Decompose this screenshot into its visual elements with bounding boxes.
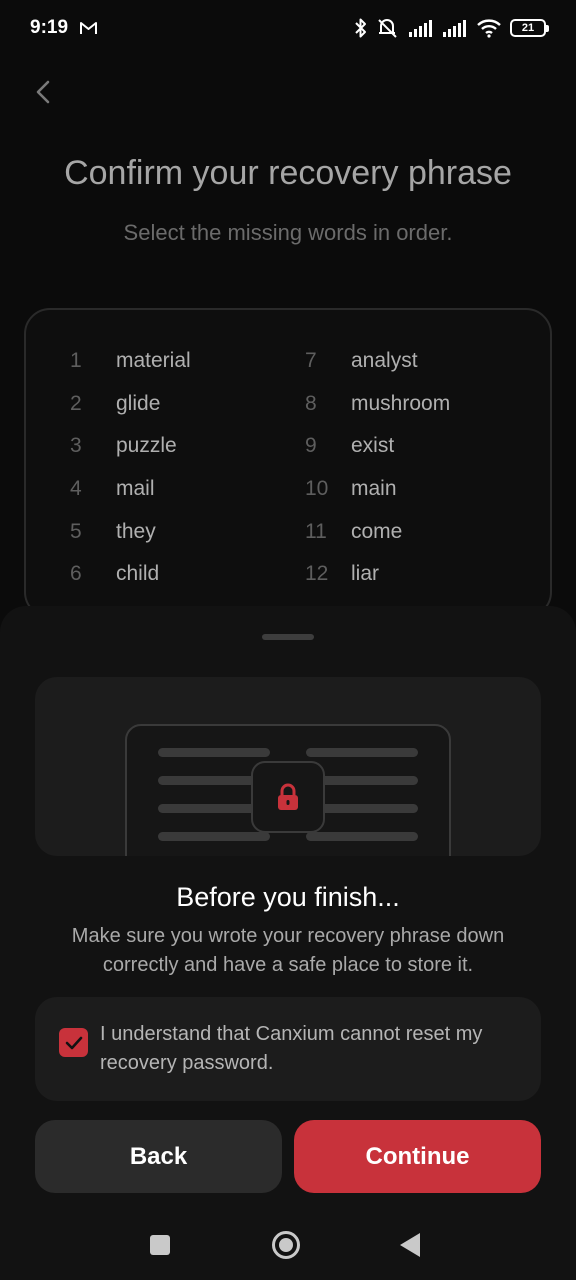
word-number: 7 [305, 349, 317, 372]
word-text: puzzle [116, 434, 177, 457]
phrase-word: 12 liar [305, 559, 379, 589]
word-number: 4 [70, 477, 82, 500]
check-icon [65, 1036, 82, 1049]
word-text: glide [116, 392, 161, 415]
phrase-card: 1 material 2 glide 3 puzzle 4 mail 5 the… [24, 308, 552, 618]
recents-nav-button[interactable] [150, 1235, 170, 1255]
page-subtitle: Select the missing words in order. [123, 220, 453, 245]
word-text: child [116, 562, 160, 585]
doc-line [158, 832, 270, 841]
sheet-drag-handle[interactable] [262, 634, 314, 640]
mute-icon [378, 19, 397, 38]
word-number: 8 [305, 392, 317, 415]
phrase-word: 2 glide [70, 389, 160, 419]
word-text: liar [351, 562, 380, 585]
word-number: 11 [305, 520, 327, 543]
wifi-icon [477, 19, 501, 38]
phrase-word: 3 puzzle [70, 431, 177, 461]
confirm-label: I understand that Canxium cannot reset m… [100, 1023, 483, 1074]
doc-line [158, 748, 270, 757]
continue-button[interactable]: Continue [294, 1120, 541, 1193]
back-arrow-icon[interactable] [30, 78, 58, 106]
phrase-word: 5 they [70, 517, 156, 547]
doc-line [306, 832, 418, 841]
word-text: come [351, 520, 403, 543]
page-title: Confirm your recovery phrase [64, 154, 512, 192]
status-time: 9:19 [30, 17, 69, 38]
signal-icon [409, 20, 432, 37]
bottom-sheet: Before you finish... Make sure you wrote… [0, 606, 576, 1280]
word-text: mail [116, 477, 155, 500]
word-text: they [116, 520, 156, 543]
battery-icon: 21 [510, 19, 549, 37]
phrase-word: 1 material [70, 346, 191, 376]
lock-badge [251, 761, 325, 833]
word-number: 9 [305, 434, 317, 457]
word-text: material [116, 349, 191, 372]
phrase-word: 8 mushroom [305, 389, 450, 419]
status-icons: 21 [354, 16, 549, 40]
word-text: analyst [351, 349, 418, 372]
bluetooth-icon [355, 18, 366, 38]
gmail-icon [80, 22, 97, 34]
lock-icon [278, 783, 298, 810]
word-text: mushroom [351, 392, 451, 415]
word-number: 5 [70, 520, 82, 543]
word-number: 2 [70, 392, 82, 415]
phrase-word: 7 analyst [305, 346, 418, 376]
battery-level: 21 [521, 22, 535, 34]
word-text: main [351, 477, 397, 500]
signal-icon-2 [443, 20, 466, 37]
confirm-checkbox[interactable] [59, 1028, 88, 1057]
back-nav-button[interactable] [400, 1233, 420, 1257]
word-number: 1 [70, 349, 82, 372]
home-nav-button[interactable] [272, 1231, 300, 1259]
word-text: exist [351, 434, 395, 457]
word-number: 6 [70, 562, 82, 585]
phrase-word: 10 main [305, 474, 397, 504]
phrase-word: 11 come [305, 517, 402, 547]
confirm-checkbox-row[interactable]: I understand that Canxium cannot reset m… [35, 997, 541, 1101]
phrase-word: 4 mail [70, 474, 155, 504]
sheet-description: Make sure you wrote your recovery phrase… [71, 925, 505, 976]
back-button[interactable]: Back [35, 1120, 282, 1193]
phrase-word: 6 child [70, 559, 159, 589]
word-number: 12 [305, 562, 329, 585]
status-bar: 9:19 21 [0, 0, 576, 58]
word-number: 3 [70, 434, 82, 457]
sheet-title: Before you finish... [176, 882, 400, 912]
word-number: 10 [305, 477, 329, 500]
recovery-phrase-screen: Confirm your recovery phrase Select the … [0, 58, 576, 618]
phrase-word: 9 exist [305, 431, 394, 461]
lock-illustration [35, 677, 541, 856]
doc-line [306, 748, 418, 757]
